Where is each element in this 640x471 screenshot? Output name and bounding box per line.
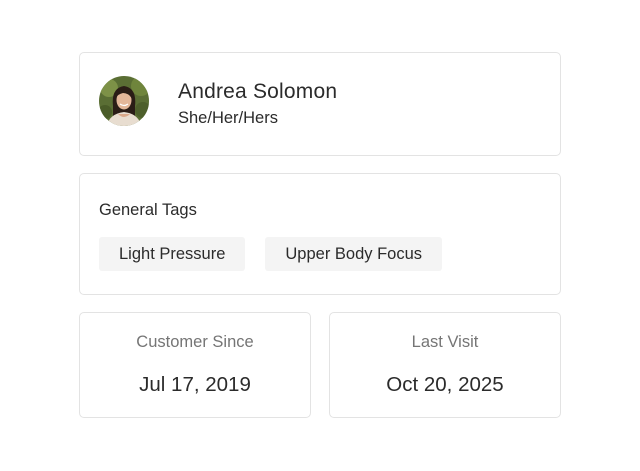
customer-since-value: Jul 17, 2019 (139, 373, 251, 396)
tag-upper-body-focus[interactable]: Upper Body Focus (265, 237, 443, 271)
avatar-photo (99, 76, 149, 126)
general-tags-title: General Tags (99, 201, 197, 219)
last-visit-card: Last Visit Oct 20, 2025 (329, 312, 561, 418)
last-visit-label: Last Visit (411, 333, 479, 351)
last-visit-value: Oct 20, 2025 (386, 373, 504, 396)
customer-pronouns: She/Her/Hers (178, 109, 278, 127)
tag-list: Light Pressure Upper Body Focus (99, 237, 443, 271)
avatar (99, 76, 149, 126)
tag-light-pressure[interactable]: Light Pressure (99, 237, 246, 271)
customer-name: Andrea Solomon (178, 80, 338, 103)
customer-since-label: Customer Since (136, 333, 254, 351)
general-tags-card: General Tags Light Pressure Upper Body F… (79, 173, 561, 295)
customer-since-card: Customer Since Jul 17, 2019 (79, 312, 311, 418)
profile-card: Andrea Solomon She/Her/Hers (79, 52, 561, 156)
